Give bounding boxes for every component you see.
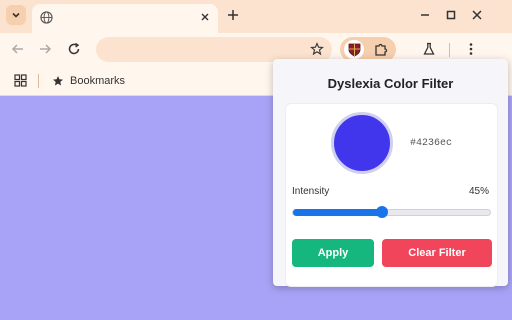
slider-thumb[interactable] [375, 206, 388, 218]
tab-list-button[interactable] [6, 5, 26, 25]
puzzle-icon[interactable] [374, 42, 389, 57]
popup-title: Dyslexia Color Filter [327, 76, 454, 91]
reload-icon[interactable] [67, 42, 81, 56]
bookmarks-divider [38, 74, 39, 88]
color-hex-value: #4236ec [410, 138, 453, 149]
bookmark-star-icon [53, 76, 63, 86]
tab-list-icon [12, 12, 20, 18]
more-icon[interactable] [468, 42, 474, 56]
globe-icon [40, 11, 53, 24]
intensity-label: Intensity [292, 186, 330, 197]
maximize-icon[interactable] [445, 9, 457, 21]
minimize-icon[interactable] [419, 9, 431, 21]
shield-icon [348, 43, 360, 56]
flask-icon[interactable] [422, 42, 436, 56]
color-swatch[interactable] [331, 112, 393, 174]
extension-popup: Dyslexia Color Filter #4236ec Intensity … [273, 59, 508, 287]
apps-icon[interactable] [14, 74, 27, 87]
new-tab-icon[interactable] [226, 8, 240, 22]
extension-button[interactable] [344, 40, 364, 59]
back-icon[interactable] [11, 42, 25, 56]
toolbar-divider [449, 43, 450, 57]
forward-icon[interactable] [38, 42, 52, 56]
active-tab[interactable] [32, 4, 218, 33]
tab-strip [0, 0, 512, 33]
apply-button[interactable]: Apply [292, 239, 374, 267]
close-icon[interactable] [200, 12, 210, 22]
clear-filter-button[interactable]: Clear Filter [382, 239, 492, 267]
intensity-value: 45% [468, 186, 489, 197]
window-close-icon[interactable] [471, 9, 483, 21]
star-icon[interactable] [310, 42, 324, 56]
filter-card: #4236ec Intensity 45% Apply Clear Filter [285, 103, 498, 287]
slider-fill [293, 209, 382, 216]
intensity-slider[interactable] [292, 206, 491, 218]
bookmarks-folder[interactable]: Bookmarks [52, 73, 125, 89]
bookmarks-label: Bookmarks [70, 75, 126, 87]
